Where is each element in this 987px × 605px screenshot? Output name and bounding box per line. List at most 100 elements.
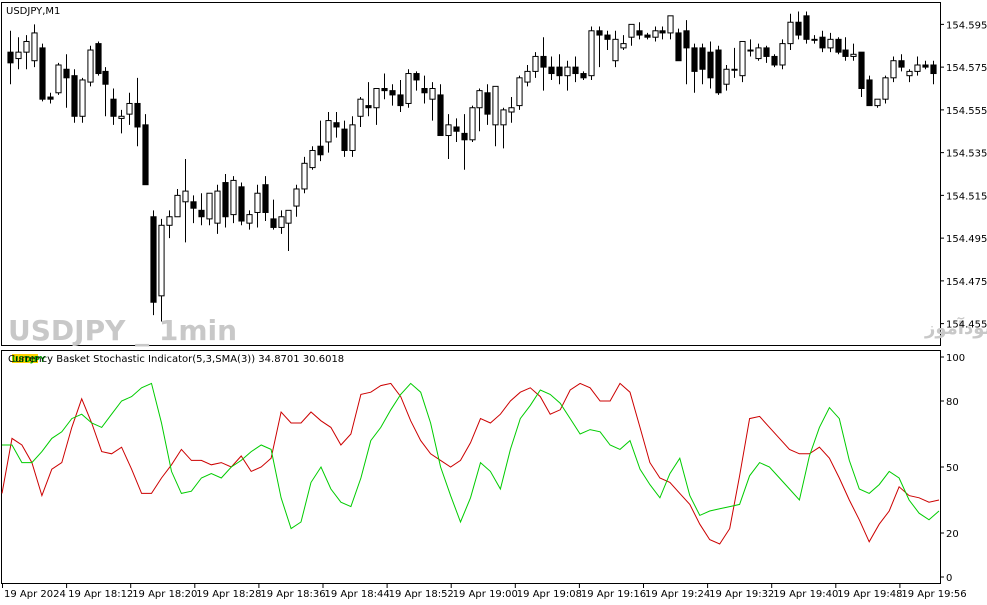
candle-bull bbox=[254, 192, 261, 213]
indicator-tick-label: 100 bbox=[946, 353, 965, 364]
candle-bear bbox=[71, 75, 78, 117]
time-tick-label: 19 Apr 19:32 bbox=[709, 589, 774, 600]
candle-bull bbox=[850, 53, 857, 57]
indicator-label: Currency Basket Stochastic Indicator(5,3… bbox=[8, 354, 344, 365]
candle-bear bbox=[397, 94, 404, 107]
candle-bull bbox=[588, 30, 595, 77]
time-tick-label: 19 Apr 19:16 bbox=[581, 589, 646, 600]
time-axis: 19 Apr 2024 19 Apr 18:1219 Apr 18:20 19 Ap… bbox=[2, 584, 967, 600]
indicator-tick-label: 20 bbox=[946, 529, 959, 540]
candle-bear bbox=[437, 94, 444, 137]
candle-bear bbox=[381, 88, 388, 92]
candle-bull bbox=[357, 98, 364, 117]
candle-bear bbox=[484, 92, 491, 115]
indicator-axis: 100 80 50 20 0 bbox=[940, 353, 965, 584]
candle-bear bbox=[644, 34, 651, 38]
time-tick-label: 19 Apr 2024 bbox=[4, 589, 66, 600]
candle-bull bbox=[628, 23, 635, 38]
price-tick-label: 154.535 bbox=[946, 149, 987, 160]
candle-bull bbox=[285, 209, 292, 224]
candle-bull bbox=[500, 109, 507, 126]
candle-bull bbox=[405, 73, 412, 104]
price-tick-label: 154.515 bbox=[946, 191, 987, 202]
candle-bear bbox=[675, 32, 682, 62]
candle-bull bbox=[79, 79, 86, 117]
candle-bull bbox=[476, 90, 483, 109]
candle-bear bbox=[110, 98, 117, 117]
time-tick-label: 19 Apr 19:24 bbox=[645, 589, 710, 600]
candle-bull bbox=[492, 85, 499, 126]
time-tick-label: 19 Apr 18:20 bbox=[132, 589, 197, 600]
candle-bull bbox=[612, 38, 619, 62]
candle-bull bbox=[532, 55, 539, 72]
candle-bull bbox=[214, 190, 221, 224]
candle-bull bbox=[779, 43, 786, 66]
candle-bear bbox=[421, 88, 428, 94]
candle-bear bbox=[898, 60, 905, 68]
candle-bull bbox=[508, 107, 515, 113]
candle-bear bbox=[150, 216, 157, 303]
time-tick-label: 19 Apr 19:08 bbox=[517, 589, 582, 600]
symbol-label: USDJPY,M1 bbox=[6, 6, 60, 17]
candle-bear bbox=[95, 43, 102, 75]
candle-bull bbox=[667, 15, 674, 34]
candle-bear bbox=[922, 64, 929, 68]
candle-bear bbox=[198, 209, 205, 218]
candle-bull bbox=[174, 194, 181, 218]
candle-bear bbox=[238, 186, 245, 222]
candle-bear bbox=[7, 51, 14, 64]
candle-bull bbox=[246, 214, 253, 224]
candle-bear bbox=[317, 145, 324, 156]
price-tick-label: 154.555 bbox=[946, 106, 987, 117]
candle-bear bbox=[715, 49, 722, 94]
time-tick-label: 19 Apr 19:56 bbox=[901, 589, 966, 600]
candle-bear bbox=[39, 47, 46, 100]
candle-bear bbox=[835, 38, 842, 53]
indicator-tick-label: 50 bbox=[946, 463, 959, 474]
price-tick-label: 154.475 bbox=[946, 277, 987, 288]
candle-bull bbox=[126, 102, 133, 115]
candle-bear bbox=[63, 68, 70, 79]
candle-bull bbox=[469, 107, 476, 141]
candle-bear bbox=[142, 124, 149, 186]
candle-bear bbox=[580, 73, 587, 79]
candle-bear bbox=[556, 66, 563, 77]
candle-bull bbox=[564, 66, 571, 77]
candle-bear bbox=[691, 47, 698, 72]
candle-bull bbox=[524, 70, 531, 83]
candle-bull bbox=[731, 68, 738, 71]
candle-bull bbox=[166, 216, 173, 226]
candle-bull bbox=[118, 115, 125, 119]
candle-bear bbox=[190, 201, 197, 209]
price-tick-label: 154.455 bbox=[946, 320, 987, 331]
candle-bull bbox=[890, 60, 897, 79]
candle-bear bbox=[365, 105, 372, 109]
indicator-tick-label: 0 bbox=[946, 573, 952, 584]
trading-chart[interactable]: USDJPY _ 1min انتشار در سایت سودآموز 154… bbox=[0, 0, 987, 605]
time-tick-label: 19 Apr 18:12 bbox=[68, 589, 133, 600]
candle-bull bbox=[349, 124, 356, 151]
candle-bear bbox=[866, 79, 873, 107]
candle-bull bbox=[31, 32, 38, 62]
candle-bear bbox=[222, 182, 229, 218]
candle-bull bbox=[914, 64, 921, 72]
candle-bear bbox=[803, 15, 810, 40]
candle-bull bbox=[739, 40, 746, 77]
candle-bear bbox=[413, 73, 420, 81]
candle-bull bbox=[55, 64, 62, 94]
candle-bull bbox=[723, 68, 730, 85]
time-tick-label: 19 Apr 18:44 bbox=[325, 589, 390, 600]
time-tick-label: 19 Apr 19:00 bbox=[453, 589, 518, 600]
candle-bull bbox=[206, 192, 213, 220]
candle-bear bbox=[389, 90, 396, 96]
candle-bear bbox=[771, 55, 778, 66]
candle-bear bbox=[707, 51, 714, 79]
time-tick-label: 19 Apr 18:36 bbox=[260, 589, 325, 600]
candle-bull bbox=[15, 51, 22, 60]
candle-bear bbox=[341, 128, 348, 151]
indicator-frame bbox=[1, 350, 941, 584]
candle-bear bbox=[270, 218, 277, 228]
candle-bear bbox=[453, 126, 460, 132]
candle-bear bbox=[134, 102, 141, 128]
main-chart-frame bbox=[1, 2, 941, 346]
